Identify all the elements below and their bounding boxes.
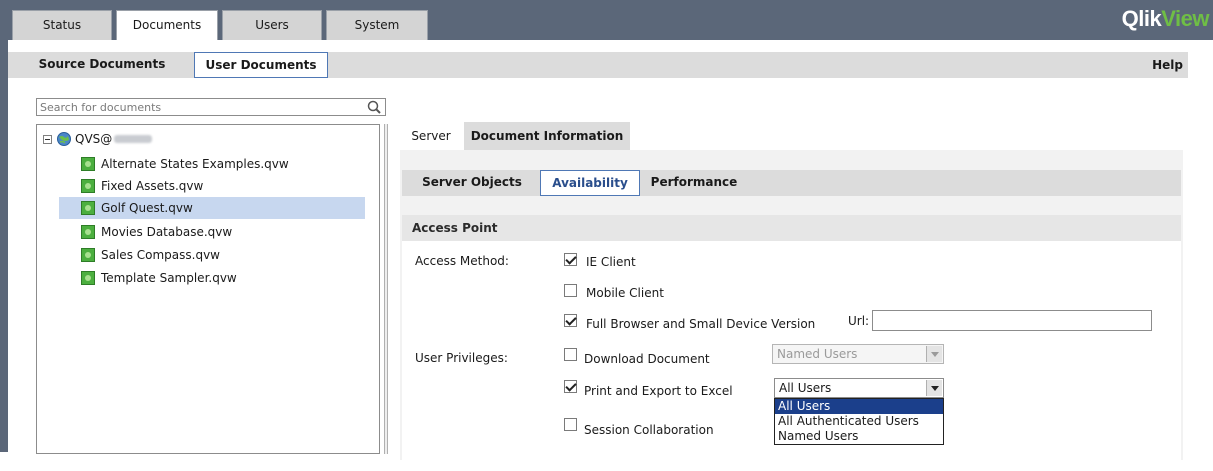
session-collaboration-label: Session Collaboration — [584, 423, 714, 437]
documents-subnav: Source Documents User Documents Help — [8, 40, 1213, 80]
logo-part-view: View — [1161, 6, 1209, 31]
download-document-label: Download Document — [584, 352, 710, 366]
url-label: Url: — [848, 314, 870, 328]
search-icon[interactable] — [364, 98, 386, 116]
download-document-select[interactable]: Named Users — [772, 344, 944, 364]
print-export-label: Print and Export to Excel — [584, 384, 733, 398]
qvw-file-icon — [81, 271, 95, 285]
download-document-checkbox[interactable] — [564, 348, 577, 361]
ie-client-checkbox[interactable] — [564, 253, 577, 266]
dropdown-option-named-users[interactable]: Named Users — [775, 429, 943, 444]
document-settings-panel: Server Objects Availability Performance … — [400, 150, 1183, 471]
top-navigation-bar: Status Documents Users System QlikView — [0, 0, 1213, 41]
qvw-file-icon — [81, 248, 95, 262]
chevron-down-icon — [926, 380, 942, 396]
dropdown-option-all-authenticated-users[interactable]: All Authenticated Users — [775, 414, 943, 429]
help-link[interactable]: Help — [1152, 52, 1183, 78]
document-item-alternate-states[interactable]: Alternate States Examples.qvw — [59, 153, 365, 175]
document-label: Fixed Assets.qvw — [101, 179, 204, 193]
chevron-down-icon — [926, 346, 942, 362]
logo-part-qlik: Qlik — [1121, 6, 1162, 31]
tab-server[interactable]: Server — [400, 122, 462, 152]
window-frame-left — [0, 0, 8, 452]
print-export-dropdown-list: All Users All Authenticated Users Named … — [774, 398, 944, 445]
qvw-file-icon — [81, 225, 95, 239]
pane-splitter[interactable] — [384, 124, 388, 454]
access-method-label: Access Method: — [415, 254, 509, 268]
mobile-client-checkbox[interactable] — [564, 284, 577, 297]
document-label: Movies Database.qvw — [101, 225, 233, 239]
download-document-select-value: Named Users — [777, 347, 858, 361]
tree-root-node[interactable]: QVS@ — [43, 131, 153, 147]
print-export-select-value: All Users — [779, 381, 832, 395]
ie-client-label: IE Client — [586, 255, 636, 269]
server-name: QVS@ — [75, 132, 113, 146]
qvw-file-icon — [81, 201, 95, 215]
mobile-client-label: Mobile Client — [586, 286, 664, 300]
tab-source-documents[interactable]: Source Documents — [12, 52, 192, 78]
tab-user-documents[interactable]: User Documents — [194, 52, 328, 78]
qvw-file-icon — [81, 179, 95, 193]
print-export-select[interactable]: All Users — [774, 378, 944, 398]
document-label: Alternate States Examples.qvw — [101, 157, 289, 171]
server-globe-icon — [57, 132, 71, 146]
tab-system[interactable]: System — [326, 10, 428, 40]
section-access-point: Access Point — [402, 215, 1181, 241]
full-browser-checkbox[interactable] — [564, 314, 577, 327]
tab-availability[interactable]: Availability — [540, 170, 640, 196]
document-label: Template Sampler.qvw — [101, 271, 237, 285]
dropdown-option-all-users[interactable]: All Users — [775, 399, 943, 414]
document-label: Golf Quest.qvw — [101, 201, 193, 215]
document-item-sales-compass[interactable]: Sales Compass.qvw — [59, 244, 365, 266]
full-browser-label: Full Browser and Small Device Version — [586, 317, 816, 331]
collapse-icon[interactable] — [43, 134, 52, 144]
document-label: Sales Compass.qvw — [101, 248, 220, 262]
tab-server-objects[interactable]: Server Objects — [412, 170, 532, 196]
document-item-golf-quest[interactable]: Golf Quest.qvw — [59, 197, 365, 219]
document-item-fixed-assets[interactable]: Fixed Assets.qvw — [59, 175, 365, 197]
qlikview-logo: QlikView — [1121, 6, 1210, 32]
access-point-content: Access Method: IE Client Mobile Client F… — [402, 241, 1181, 471]
tab-status[interactable]: Status — [12, 10, 112, 40]
qvw-file-icon — [81, 157, 95, 171]
tab-document-information[interactable]: Document Information — [464, 122, 630, 152]
url-input[interactable] — [872, 310, 1152, 331]
document-tree: QVS@ Alternate States Examples.qvw Fixed… — [36, 124, 380, 454]
user-privileges-label: User Privileges: — [415, 351, 508, 365]
document-item-template-sampler[interactable]: Template Sampler.qvw — [59, 267, 365, 289]
document-item-movies-database[interactable]: Movies Database.qvw — [59, 221, 365, 243]
print-export-checkbox[interactable] — [564, 380, 577, 393]
tab-users[interactable]: Users — [222, 10, 322, 40]
redacted-hostname — [114, 135, 153, 143]
tab-performance[interactable]: Performance — [644, 170, 744, 196]
tab-documents[interactable]: Documents — [116, 10, 218, 41]
search-input[interactable] — [36, 98, 386, 116]
session-collaboration-checkbox[interactable] — [564, 418, 577, 431]
